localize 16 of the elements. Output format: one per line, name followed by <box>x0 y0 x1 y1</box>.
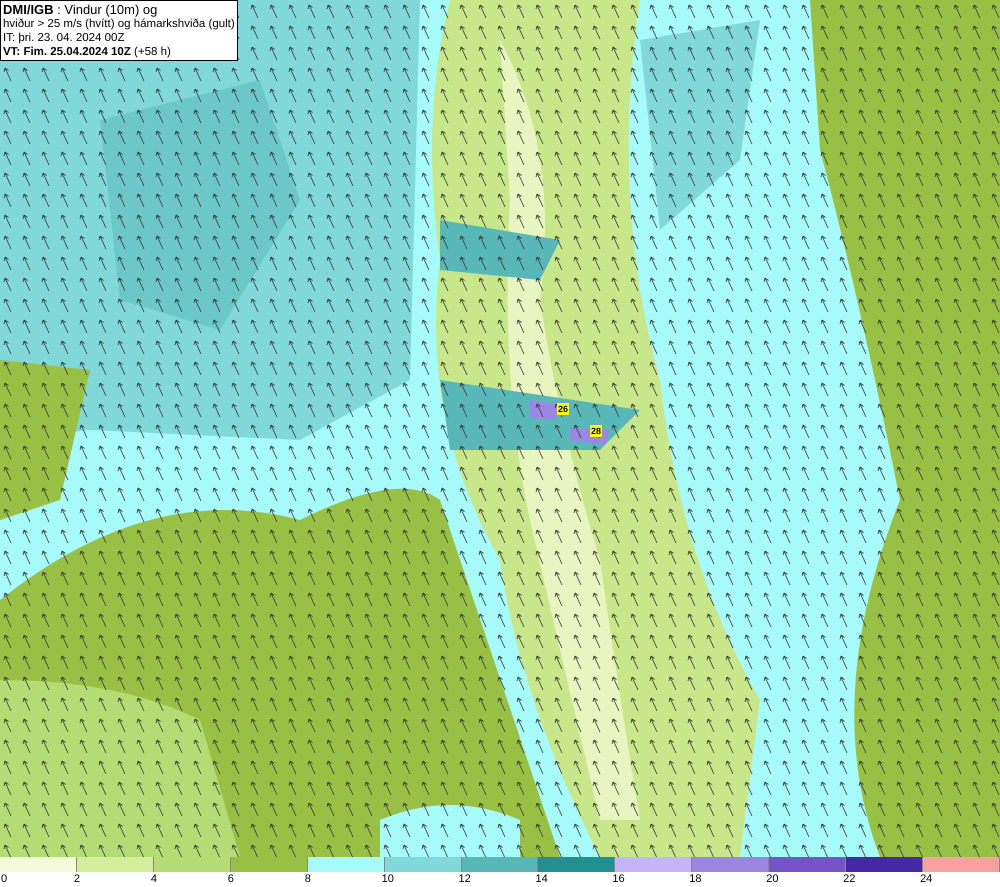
legend-tick-label: 20 <box>766 872 778 887</box>
legend-tick-label: 8 <box>304 872 311 887</box>
legend-tick-label: 0 <box>1 872 8 887</box>
legend-tick-label: 18 <box>689 872 702 887</box>
legend-tick-label: 6 <box>228 872 234 887</box>
legend-tick-label: 16 <box>612 872 625 887</box>
legend-tick-label: 10 <box>382 872 394 887</box>
gust-label: 28 <box>590 425 602 437</box>
legend-tick-label: 4 <box>150 872 157 887</box>
map-caption: DMI/IGB : Vindur (10m) og hviður > 25 m/s (hvítt) og hámarkshviða (gult) IT: þri. 23. 04. 2024 00Z VT: Fim. 25.04.2024 10Z (+58 h) <box>0 0 238 61</box>
legend-tick-label: 24 <box>920 872 932 887</box>
legend-tick-label: 12 <box>458 872 471 887</box>
legend-tick-label: 2 <box>74 872 80 887</box>
legend-tick-label: 22 <box>843 872 856 887</box>
legend-tick-label: 14 <box>535 872 548 887</box>
gust-label: 26 <box>557 403 570 415</box>
